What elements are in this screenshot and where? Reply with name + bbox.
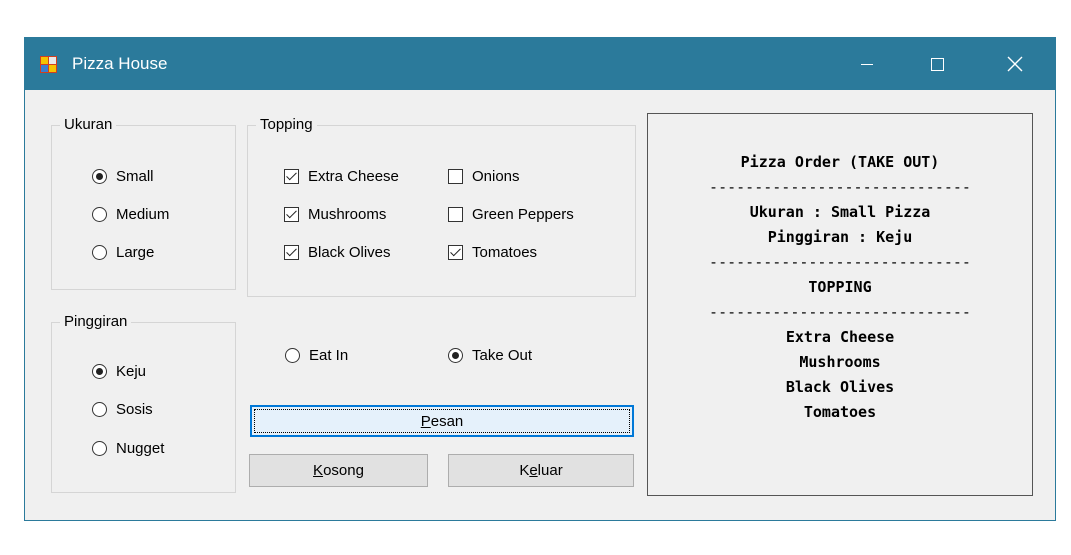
radio-keju-label: Keju <box>116 363 147 380</box>
radio-small[interactable]: Small <box>92 168 154 185</box>
minimize-button[interactable] <box>839 38 895 90</box>
check-tomatoes-box[interactable] <box>448 245 463 260</box>
check-green-peppers-box[interactable] <box>448 207 463 222</box>
radio-nugget-indicator[interactable] <box>92 441 107 456</box>
radio-sosis-indicator[interactable] <box>92 402 107 417</box>
check-mushrooms-label: Mushrooms <box>308 206 387 223</box>
check-green-peppers-label: Green Peppers <box>472 206 574 223</box>
output-topping-item: Extra Cheese <box>785 328 895 346</box>
pinggiran-title: Pinggiran <box>60 313 132 330</box>
radio-eat-in-label: Eat In <box>309 347 349 364</box>
radio-take-out[interactable]: Take Out <box>448 347 532 364</box>
check-green-peppers[interactable]: Green Peppers <box>448 206 574 223</box>
output-heading: Pizza Order (TAKE OUT) <box>740 153 940 171</box>
radio-small-indicator[interactable] <box>92 169 107 184</box>
close-icon <box>1007 56 1023 72</box>
kosong-button-label: Kosong <box>313 462 364 479</box>
check-black-olives[interactable]: Black Olives <box>284 244 391 261</box>
output-topping-item: Black Olives <box>785 378 895 396</box>
check-extra-cheese-label: Extra Cheese <box>308 168 399 185</box>
radio-take-out-label: Take Out <box>472 347 533 364</box>
radio-eat-in-indicator[interactable] <box>285 348 300 363</box>
radio-medium-label: Medium <box>116 206 170 223</box>
check-onions-box[interactable] <box>448 169 463 184</box>
check-mushrooms-box[interactable] <box>284 207 299 222</box>
radio-nugget-label: Nugget <box>116 440 165 457</box>
topping-groupbox: Topping Extra Cheese Onions Mushrooms Gr… <box>247 116 636 297</box>
radio-small-label: Small <box>116 168 154 185</box>
radio-eat-in[interactable]: Eat In <box>285 347 348 364</box>
ukuran-groupbox: Ukuran Small Medium Large <box>51 116 236 290</box>
radio-nugget[interactable]: Nugget <box>92 440 164 457</box>
radio-large-indicator[interactable] <box>92 245 107 260</box>
radio-large[interactable]: Large <box>92 244 154 261</box>
ukuran-title: Ukuran <box>60 116 117 133</box>
pesan-button[interactable]: Pesan <box>250 405 634 437</box>
radio-sosis[interactable]: Sosis <box>92 401 153 418</box>
focus-ring <box>254 409 630 433</box>
output-topping-item: Mushrooms <box>799 353 881 371</box>
check-mushrooms[interactable]: Mushrooms <box>284 206 386 223</box>
form-content: Ukuran Small Medium Large Topping Extra … <box>25 90 1055 522</box>
close-button[interactable] <box>987 38 1043 90</box>
output-ukuran-line: Ukuran : Small Pizza <box>749 203 931 221</box>
output-topping-item: Tomatoes <box>803 403 877 421</box>
radio-keju-indicator[interactable] <box>92 364 107 379</box>
radio-keju[interactable]: Keju <box>92 363 146 380</box>
check-extra-cheese-box[interactable] <box>284 169 299 184</box>
radio-take-out-indicator[interactable] <box>448 348 463 363</box>
maximize-icon <box>930 57 944 71</box>
output-pinggiran-line: Pinggiran : Keju <box>767 228 913 246</box>
minimize-icon <box>861 63 873 65</box>
check-onions[interactable]: Onions <box>448 168 520 185</box>
output-separator-2: ----------------------------- <box>709 253 971 271</box>
radio-medium[interactable]: Medium <box>92 206 169 223</box>
topping-title: Topping <box>256 116 317 133</box>
maximize-button[interactable] <box>909 38 965 90</box>
radio-medium-indicator[interactable] <box>92 207 107 222</box>
output-separator-3: ----------------------------- <box>709 303 971 321</box>
kosong-button[interactable]: Kosong <box>249 454 428 487</box>
pizza-house-window: Pizza House Ukuran Small Medium Large To… <box>24 37 1056 521</box>
check-tomatoes-label: Tomatoes <box>472 244 538 261</box>
radio-large-label: Large <box>116 244 155 261</box>
pinggiran-groupbox: Pinggiran Keju Sosis Nugget <box>51 313 236 493</box>
keluar-button-label: Keluar <box>519 462 563 479</box>
app-icon <box>40 56 57 73</box>
check-black-olives-box[interactable] <box>284 245 299 260</box>
title-bar[interactable]: Pizza House <box>25 38 1055 90</box>
order-output-panel: Pizza Order (TAKE OUT) -----------------… <box>647 113 1033 496</box>
check-onions-label: Onions <box>472 168 520 185</box>
output-separator-1: ----------------------------- <box>709 178 971 196</box>
check-tomatoes[interactable]: Tomatoes <box>448 244 537 261</box>
keluar-button[interactable]: Keluar <box>448 454 634 487</box>
check-black-olives-label: Black Olives <box>308 244 391 261</box>
output-topping-heading: TOPPING <box>808 278 872 296</box>
radio-sosis-label: Sosis <box>116 401 153 418</box>
check-extra-cheese[interactable]: Extra Cheese <box>284 168 399 185</box>
window-title: Pizza House <box>72 54 168 73</box>
